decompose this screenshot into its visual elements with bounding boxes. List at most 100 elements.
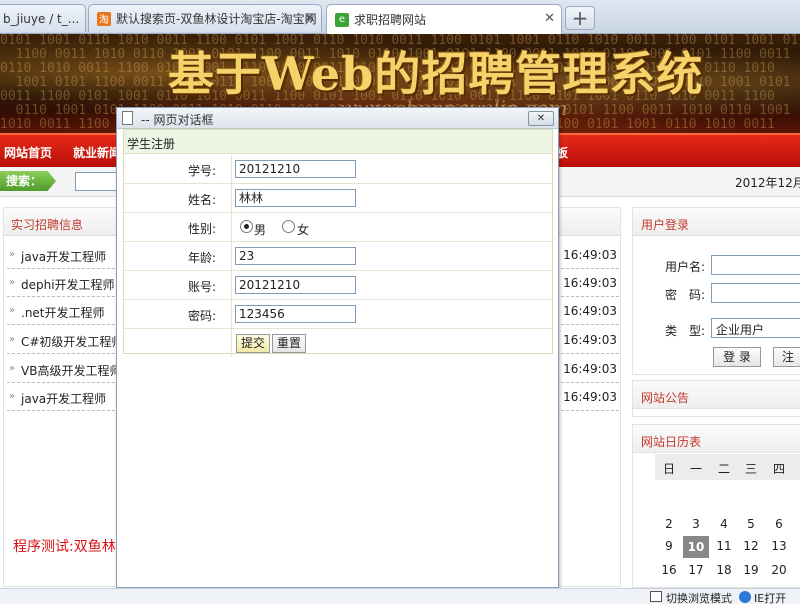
gender-row: 性别: 男 女: [124, 213, 552, 242]
job-time: 16:49:03: [563, 390, 617, 404]
job-time: 16:49:03: [563, 248, 617, 262]
calendar-day[interactable]: 11: [714, 539, 734, 553]
job-time: 16:49:03: [563, 304, 617, 318]
login-button[interactable]: 登 录: [713, 347, 761, 367]
weekday-label: 三: [744, 462, 757, 476]
age-label: 年龄:: [124, 242, 232, 270]
calendar-header: 网站日历表: [633, 425, 800, 453]
name-row: 姓名: 林林: [124, 184, 552, 213]
job-title[interactable]: java开发工程师: [21, 390, 106, 407]
gender-female-label: 女: [297, 223, 310, 237]
job-time: 16:49:03: [563, 276, 617, 290]
account-row: 账号: 20121210: [124, 271, 552, 300]
calendar-day[interactable]: 13: [769, 539, 789, 553]
submit-button[interactable]: 提交: [236, 334, 271, 353]
ie-icon: [739, 591, 751, 603]
register-button[interactable]: 注: [773, 347, 800, 367]
password-label: 密 码:: [665, 288, 706, 302]
double-arrow-icon: »: [9, 363, 16, 374]
page-icon: e: [335, 12, 349, 27]
user-type-select[interactable]: 企业用户: [711, 318, 800, 338]
password-row: 密码: 123456: [124, 300, 552, 329]
job-title[interactable]: java开发工程师: [21, 248, 106, 265]
calendar-day[interactable]: 19: [741, 563, 761, 577]
gender-male-radio[interactable]: [240, 220, 253, 233]
calendar-week-row: 2 3 4 5 6: [659, 515, 799, 535]
calendar-week-row: 16 17 18 19 20: [659, 561, 799, 581]
calendar-day[interactable]: 3: [686, 517, 706, 531]
weekday-label: 二: [717, 462, 730, 476]
student-registration-form: 学生注册 学号: 20121210 姓名: 林林 性别: 男 女 年龄: 23 …: [123, 129, 553, 357]
dialog-title-bar[interactable]: -- 网页对话框 ✕: [117, 108, 558, 129]
calendar-day[interactable]: 12: [741, 539, 761, 553]
nav-item-news[interactable]: 就业新闻: [73, 144, 121, 161]
name-label: 姓名:: [124, 184, 232, 212]
job-time: 16:49:03: [563, 333, 617, 347]
weekday-label: 四: [772, 462, 785, 476]
username-input[interactable]: [711, 255, 800, 275]
calendar-panel: 网站日历表 日 一 二 三 四 2 3 4 5 6 9 10 11 12 13 …: [632, 424, 800, 588]
job-title[interactable]: dephi开发工程师: [21, 276, 115, 293]
job-title[interactable]: VB高级开发工程师: [21, 362, 121, 379]
document-icon: [122, 111, 133, 125]
double-arrow-icon: »: [9, 249, 16, 260]
reset-button[interactable]: 重置: [272, 334, 307, 353]
screen-icon: [650, 591, 662, 602]
taobao-icon: 淘: [97, 11, 111, 26]
nav-item-home[interactable]: 网站首页: [4, 144, 52, 161]
login-panel: 用户登录 用户名: 密 码: 类 型: 企业用户 登 录 注: [632, 207, 800, 375]
browser-tab-1[interactable]: b_jiuye / t_...: [0, 4, 86, 32]
password-input[interactable]: 123456: [235, 305, 356, 323]
name-input[interactable]: 林林: [235, 189, 356, 207]
browser-tab-1-label: b_jiuye / t_...: [3, 11, 80, 26]
calendar-day-today[interactable]: 10: [683, 536, 709, 558]
announcement-header: 网站公告: [633, 381, 800, 409]
browser-tab-2-label: 默认搜索页-双鱼林设计淘宝店-淘宝网: [116, 12, 317, 26]
calendar-day[interactable]: 5: [741, 517, 761, 531]
student-no-input[interactable]: 20121210: [235, 160, 356, 178]
age-input[interactable]: 23: [235, 247, 356, 265]
browser-tab-3[interactable]: e 求职招聘网站 ✕: [326, 4, 562, 34]
ie-open-link[interactable]: IE打开: [754, 590, 786, 604]
gender-label: 性别:: [124, 213, 232, 241]
account-label: 账号:: [124, 271, 232, 299]
calendar-day[interactable]: 20: [769, 563, 789, 577]
weekday-label: 一: [689, 462, 702, 476]
job-title[interactable]: C#初级开发工程师: [21, 333, 123, 350]
calendar-day[interactable]: 4: [714, 517, 734, 531]
password-input[interactable]: [711, 283, 800, 303]
calendar-day[interactable]: 2: [659, 517, 679, 531]
actions-label-cell: [124, 329, 232, 357]
browser-tab-bar: b_jiuye / t_... 淘 默认搜索页-双鱼林设计淘宝店-淘宝网 ✕ e…: [0, 0, 800, 34]
double-arrow-icon: »: [9, 334, 16, 345]
double-arrow-icon: »: [9, 391, 16, 402]
job-title[interactable]: .net开发工程师: [21, 304, 105, 321]
login-header: 用户登录: [633, 208, 800, 236]
calendar-day[interactable]: 9: [659, 539, 679, 553]
double-arrow-icon: »: [9, 305, 16, 316]
browser-tab-2[interactable]: 淘 默认搜索页-双鱼林设计淘宝店-淘宝网 ✕: [88, 4, 322, 32]
calendar-day[interactable]: 16: [659, 563, 679, 577]
account-input[interactable]: 20121210: [235, 276, 356, 294]
calendar-day[interactable]: 6: [769, 517, 789, 531]
dialog-close-button[interactable]: ✕: [528, 111, 554, 126]
form-actions-row: 提交 重置: [124, 329, 552, 358]
calendar-day[interactable]: 17: [686, 563, 706, 577]
switch-mode-link[interactable]: 切换浏览模式: [666, 590, 732, 604]
gender-male-label: 男: [254, 223, 267, 237]
new-tab-button[interactable]: +: [565, 6, 595, 30]
weekday-label: 日: [662, 462, 675, 476]
site-title: 基于Web的招聘管理系统: [168, 47, 704, 101]
job-time: 16:49:03: [563, 362, 617, 376]
calendar-day[interactable]: 18: [714, 563, 734, 577]
student-no-row: 学号: 20121210: [124, 155, 552, 184]
calendar-weekday-row: 日 一 二 三 四: [655, 454, 800, 480]
close-tab-icon[interactable]: ✕: [544, 11, 555, 26]
close-tab-icon[interactable]: ✕: [304, 11, 315, 26]
browser-tab-3-label: 求职招聘网站: [354, 13, 427, 27]
gender-female-radio[interactable]: [282, 220, 295, 233]
form-title: 学生注册: [124, 130, 552, 154]
registration-dialog: -- 网页对话框 ✕ 学生注册 学号: 20121210 姓名: 林林 性别: …: [116, 107, 559, 588]
search-input[interactable]: [75, 172, 120, 191]
dialog-title: -- 网页对话框: [141, 113, 214, 127]
